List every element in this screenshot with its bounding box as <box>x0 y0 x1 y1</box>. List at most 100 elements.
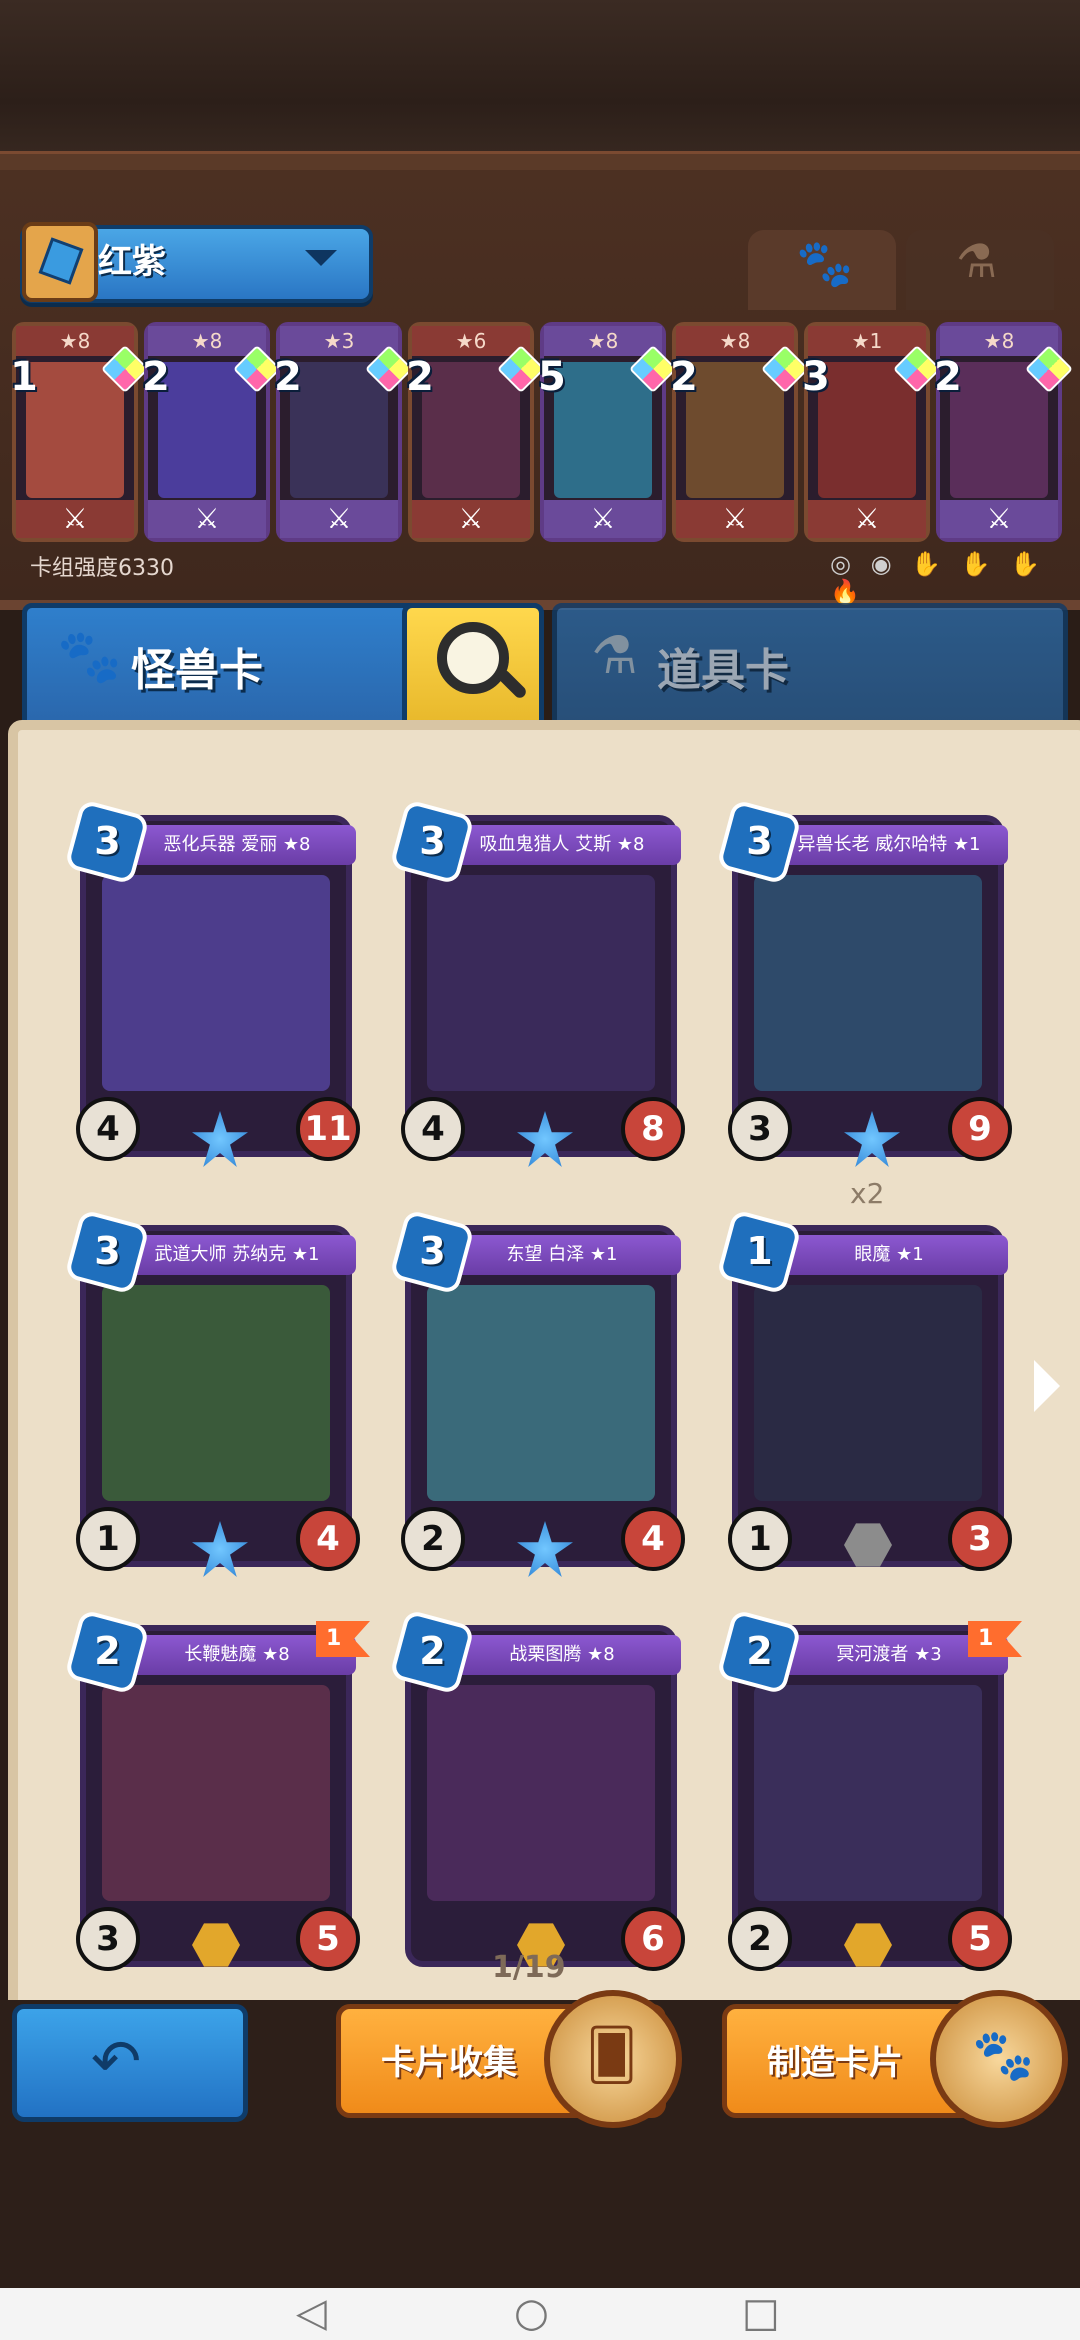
card-cost-badge: 2 <box>64 1609 150 1695</box>
card-art <box>102 1285 330 1501</box>
card-health: 11 <box>296 1097 360 1161</box>
monster-card[interactable]: 异兽长老 威尔哈特 ★1 3 3 9 <box>716 799 1012 1167</box>
card-attack: 3 <box>76 1907 140 1971</box>
deck-mini-card[interactable]: ★6 2 ⚔ <box>406 322 546 542</box>
card-cost: 3 <box>94 1229 121 1274</box>
monster-card[interactable]: 战栗图腾 ★8 2 6 <box>389 1609 685 1971</box>
mini-card-stars: ★8 <box>544 326 662 356</box>
deck-mini-card[interactable]: ★8 2 ⚔ <box>670 322 810 542</box>
card-attack: 2 <box>728 1907 792 1971</box>
card-art <box>102 1685 330 1901</box>
monster-card[interactable]: 长鞭魅魔 ★8 2 3 5 1 <box>64 1609 370 1971</box>
card-type-tabs: 🐾 怪兽卡 ⚗ 道具卡 <box>22 603 1068 733</box>
card-health: 5 <box>296 1907 360 1971</box>
sword-icon: ⚔ <box>148 500 266 538</box>
back-arrow-icon: ↶ <box>91 2027 142 2097</box>
card-art <box>427 875 655 1091</box>
collect-label: 卡片收集 <box>381 2043 517 2083</box>
card-collection-icon: 🂠 <box>544 1990 682 2128</box>
card-art <box>754 875 982 1091</box>
search-icon-handle <box>495 667 529 701</box>
nav-back-icon[interactable]: ◁ <box>296 2290 327 2336</box>
tab-monster-label: 怪兽卡 <box>131 645 263 696</box>
card-cost-badge: 3 <box>389 799 475 885</box>
gold-hex-badge-icon <box>192 1923 240 1967</box>
deck-mini-card[interactable]: ★8 5 ⚔ <box>538 322 678 542</box>
card-title: 吸血鬼猎人 艾斯 ★8 <box>443 825 681 865</box>
paw-icon: 🐾 <box>57 627 122 687</box>
card-attack: 3 <box>728 1097 792 1161</box>
star-badge-icon <box>517 1111 573 1167</box>
potion-icon: ⚗ <box>591 626 638 686</box>
top-frame <box>0 0 1080 170</box>
card-cost: 2 <box>94 1629 121 1674</box>
mini-card-cost: 2 <box>670 354 698 400</box>
card-cost: 3 <box>94 819 121 864</box>
card-cost-badge: 2 <box>389 1609 475 1695</box>
mini-card-stars: ★8 <box>148 326 266 356</box>
sword-icon: ⚔ <box>940 500 1058 538</box>
mini-card-art <box>686 362 784 498</box>
card-cost: 2 <box>419 1629 446 1674</box>
mini-card-cost: 2 <box>934 354 962 400</box>
craft-label: 制造卡片 <box>767 2043 903 2083</box>
star-badge-icon <box>517 1521 573 1577</box>
mini-card-cost: 2 <box>142 354 170 400</box>
mini-card-art <box>26 362 124 498</box>
tab-item-filter[interactable]: ⚗ <box>906 230 1054 310</box>
sword-icon: ⚔ <box>280 500 398 538</box>
page-indicator: 1/19 <box>492 1950 566 1985</box>
sword-icon: ⚔ <box>676 500 794 538</box>
sword-icon: ⚔ <box>544 500 662 538</box>
card-attack: 1 <box>76 1507 140 1571</box>
star-badge-icon <box>192 1521 248 1577</box>
card-health: 9 <box>948 1097 1012 1161</box>
card-cost-badge: 3 <box>64 799 150 885</box>
monster-card[interactable]: 恶化兵器 爱丽 ★8 3 4 11 <box>64 799 360 1167</box>
monster-card[interactable]: 东望 白泽 ★1 3 2 4 <box>389 1209 685 1577</box>
card-art <box>427 1685 655 1901</box>
paw-icon: 🐾 <box>796 236 854 290</box>
nav-recent-icon[interactable]: □ <box>742 2290 780 2336</box>
card-cost-badge: 3 <box>389 1209 475 1295</box>
chevron-down-icon[interactable] <box>305 250 337 266</box>
mini-card-cost: 3 <box>802 354 830 400</box>
nav-home-icon[interactable]: ○ <box>514 2290 549 2336</box>
mini-card-stars: ★6 <box>412 326 530 356</box>
card-health: 8 <box>621 1097 685 1161</box>
card-title: 武道大师 苏纳克 ★1 <box>118 1235 356 1275</box>
deck-mini-card[interactable]: ★3 2 ⚔ <box>274 322 414 542</box>
card-title: 战栗图腾 ★8 <box>443 1635 681 1675</box>
back-button[interactable]: ↶ <box>12 2004 248 2122</box>
system-nav-bar: ◁ ○ □ <box>0 2288 1080 2340</box>
mini-card-stars: ★8 <box>16 326 134 356</box>
card-title: 眼魔 ★1 <box>770 1235 1008 1275</box>
tab-monster-filter[interactable]: 🐾 <box>748 230 896 310</box>
card-flag: 1 <box>316 1621 370 1657</box>
card-title: 东望 白泽 ★1 <box>443 1235 681 1275</box>
deck-mini-card[interactable]: ★1 3 ⚔ <box>802 322 942 542</box>
monster-card[interactable]: 吸血鬼猎人 艾斯 ★8 3 4 8 <box>389 799 685 1167</box>
mini-card-art <box>950 362 1048 498</box>
craft-card-icon: 🐾 <box>930 1990 1068 2128</box>
card-cost: 3 <box>419 1229 446 1274</box>
card-attack: 4 <box>76 1097 140 1161</box>
monster-card[interactable]: 眼魔 ★1 1 1 3 <box>716 1209 1012 1571</box>
next-page-arrow-icon[interactable] <box>1034 1360 1060 1412</box>
deck-book-icon <box>22 222 98 302</box>
deck-mini-card[interactable]: ★8 2 ⚔ <box>934 322 1074 542</box>
card-attack: 1 <box>728 1507 792 1571</box>
monster-card[interactable]: 武道大师 苏纳克 ★1 3 1 4 <box>64 1209 360 1577</box>
mini-card-stars: ★1 <box>808 326 926 356</box>
deck-mini-card[interactable]: ★8 2 ⚔ <box>142 322 282 542</box>
deck-mini-card[interactable]: ★8 1 ⚔ <box>10 322 150 542</box>
tab-item-cards[interactable]: ⚗ 道具卡 <box>552 603 1068 733</box>
search-button[interactable] <box>402 603 544 733</box>
tab-items-label: 道具卡 <box>657 645 789 696</box>
card-cost: 3 <box>419 819 446 864</box>
card-health: 6 <box>621 1907 685 1971</box>
card-title: 恶化兵器 爱丽 ★8 <box>118 825 356 865</box>
gold-hex-badge-icon <box>844 1923 892 1967</box>
search-icon <box>437 622 509 694</box>
monster-card[interactable]: 冥河渡者 ★3 2 2 5 1 <box>716 1609 1022 1971</box>
